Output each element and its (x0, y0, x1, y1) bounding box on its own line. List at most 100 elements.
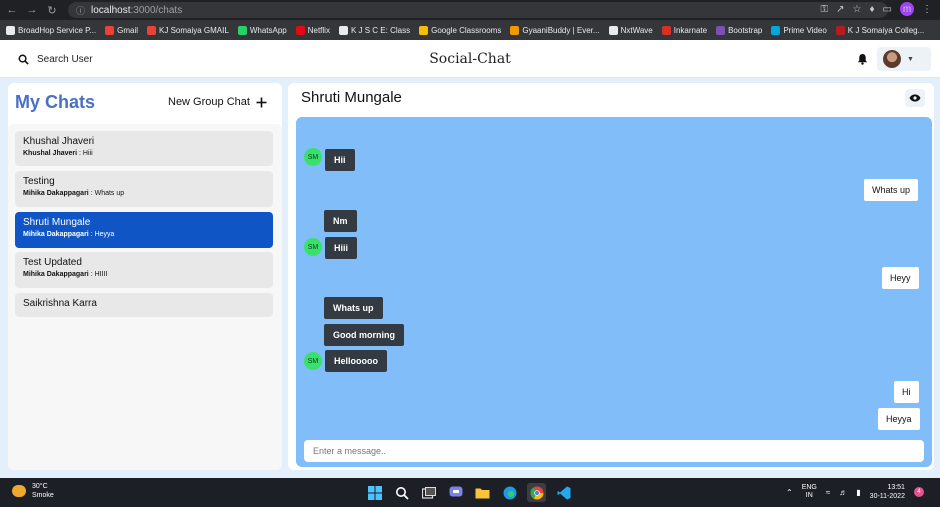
bookmark-label: Inkarnate (673, 25, 708, 35)
chat-name: Saikrishna Karra (23, 298, 97, 309)
system-tray: ⌃ ENG IN ≈ ♬ ▮ 13:51 30-11-2022 4 (786, 483, 924, 501)
bookmark-label: K J S C E: Class (350, 25, 411, 35)
bookmark-label: K J Somaiya Colleg... (847, 25, 925, 35)
profile-avatar[interactable]: m (900, 2, 914, 16)
share-icon[interactable]: ↗ (836, 4, 844, 15)
vscode-icon[interactable] (554, 483, 573, 502)
time: 13:51 (887, 484, 905, 491)
bookmark[interactable]: Netflix (295, 25, 330, 35)
wifi-icon[interactable]: ≈ (826, 488, 830, 497)
url-path: :3000/chats (130, 4, 183, 16)
sender-avatar[interactable]: SM (304, 148, 322, 166)
battery-icon[interactable]: ▮ (856, 488, 860, 497)
bookmark[interactable]: Gmail (105, 25, 139, 35)
bookmark[interactable]: Prime Video (771, 25, 827, 35)
chat-list-item-selected[interactable]: Shruti Mungale Mihika Dakappagari : Heyy… (15, 212, 273, 248)
key-icon[interactable]: ⚿ (820, 4, 828, 15)
language-indicator[interactable]: ENG IN (802, 484, 817, 500)
chrome-icon[interactable] (527, 483, 546, 502)
task-view-icon[interactable] (419, 483, 438, 502)
chat-list-item[interactable]: Testing Mihika Dakappagari : Whats up (15, 171, 273, 207)
bookmark-label: BroadHop Service P... (18, 25, 97, 35)
eye-icon (909, 94, 921, 102)
chat-latest-message: Mihika Dakappagari : HIIII (23, 271, 108, 278)
bookmark-label: KJ Somaiya GMAIL (159, 25, 229, 35)
message-input[interactable] (304, 440, 924, 462)
bookmark[interactable]: K J S C E: Class (338, 25, 411, 35)
chat-list-item[interactable]: Saikrishna Karra (15, 293, 273, 317)
classroom-icon (419, 25, 429, 35)
search-icon[interactable] (392, 483, 411, 502)
message-incoming: Good morning (324, 324, 404, 346)
chat-name: Shruti Mungale (23, 217, 91, 228)
sender-avatar[interactable]: SM (304, 238, 322, 256)
app-header: Search User Social-Chat ▼ (0, 40, 940, 78)
bookmark[interactable]: KJ Somaiya GMAIL (147, 25, 229, 35)
sender-avatar[interactable]: SM (304, 352, 322, 370)
app-title: Social-Chat (429, 51, 511, 67)
bookmark[interactable]: WhatsApp (237, 25, 287, 35)
message-outgoing: Heyya (878, 408, 920, 430)
bell-icon[interactable] (857, 53, 868, 65)
temperature: 30°C (32, 483, 48, 490)
puzzle-icon[interactable]: ♦ (869, 4, 874, 15)
message-outgoing: Heyy (882, 267, 919, 289)
message-incoming: Hiii (325, 237, 358, 259)
latest-sender: Mihika Dakappagari (23, 190, 89, 197)
reload-icon[interactable]: ↻ (44, 2, 60, 18)
sidepanel-icon[interactable]: ▭ (883, 4, 892, 15)
my-chats-title: My Chats (15, 92, 96, 112)
star-icon[interactable]: ☆ (852, 4, 861, 15)
message-incoming: Nm (324, 210, 357, 232)
teams-chat-icon[interactable] (446, 483, 465, 502)
forward-icon[interactable]: → (24, 2, 40, 18)
bookmark-icon (510, 25, 520, 35)
chat-name: Test Updated (23, 257, 82, 268)
chevron-up-icon[interactable]: ⌃ (786, 488, 793, 497)
view-profile-button[interactable] (905, 89, 925, 107)
address-bar[interactable]: ⓘ localhost:3000/chats (68, 2, 888, 18)
notification-badge[interactable]: 4 (913, 487, 924, 497)
bookmark-label: Prime Video (783, 25, 827, 35)
chat-list-item[interactable]: Khushal Jhaveri Khushal Jhaveri : Hiii (15, 131, 273, 166)
url-host: localhost (91, 4, 131, 16)
avatar (883, 50, 901, 68)
bookmark[interactable]: NxtWave (608, 25, 653, 35)
windows-start-icon[interactable] (365, 483, 384, 502)
bookmark-label: Google Classrooms (431, 25, 502, 35)
clock[interactable]: 13:51 30-11-2022 (870, 483, 905, 501)
info-icon[interactable]: ⓘ (76, 4, 85, 17)
taskbar-apps (365, 483, 573, 502)
bookmark[interactable]: K J Somaiya Colleg... (835, 25, 925, 35)
bootstrap-icon (716, 25, 726, 35)
taskbar: 30°C Smoke ⌃ ENG IN ≈ ♬ ▮ 13:51 30-11-20… (0, 478, 940, 507)
new-group-chat-button[interactable]: New Group Chat (162, 92, 273, 112)
volume-icon[interactable]: ♬ (839, 488, 847, 497)
message-outgoing: Hi (894, 381, 919, 403)
weather-widget[interactable]: 30°C Smoke (12, 482, 54, 500)
chat-latest-message: Khushal Jhaveri : Hiii (23, 150, 93, 157)
extensions-area: ⚿ ↗ ☆ ♦ ▭ m ⋮ (820, 2, 932, 16)
bookmark-label: Gmail (117, 25, 139, 35)
bookmark[interactable]: GyaaniBuddy | Ever... (510, 25, 600, 35)
whatsapp-icon (237, 25, 247, 35)
back-icon[interactable]: ← (4, 2, 20, 18)
message-incoming: Hii (325, 149, 355, 171)
bookmark[interactable]: BroadHop Service P... (6, 25, 97, 35)
chat-name: Testing (23, 176, 55, 187)
bookmark-icon (6, 25, 15, 35)
file-explorer-icon[interactable] (473, 483, 492, 502)
bookmark-icon (661, 25, 671, 35)
edge-icon[interactable] (500, 483, 519, 502)
bookmark[interactable]: Google Classrooms (419, 25, 502, 35)
gmail-icon (105, 25, 115, 35)
latest-sender: Mihika Dakappagari (23, 231, 89, 238)
bookmark-label: WhatsApp (249, 25, 287, 35)
chat-list-item[interactable]: Test Updated Mihika Dakappagari : HIIII (15, 252, 273, 288)
menu-icon[interactable]: ⋮ (922, 4, 932, 15)
bookmark[interactable]: Inkarnate (661, 25, 708, 35)
bookmark[interactable]: Bootstrap (716, 25, 762, 35)
profile-menu-button[interactable]: ▼ (877, 47, 931, 71)
bookmark-icon (835, 25, 845, 35)
latest-text: Hiii (82, 150, 93, 157)
